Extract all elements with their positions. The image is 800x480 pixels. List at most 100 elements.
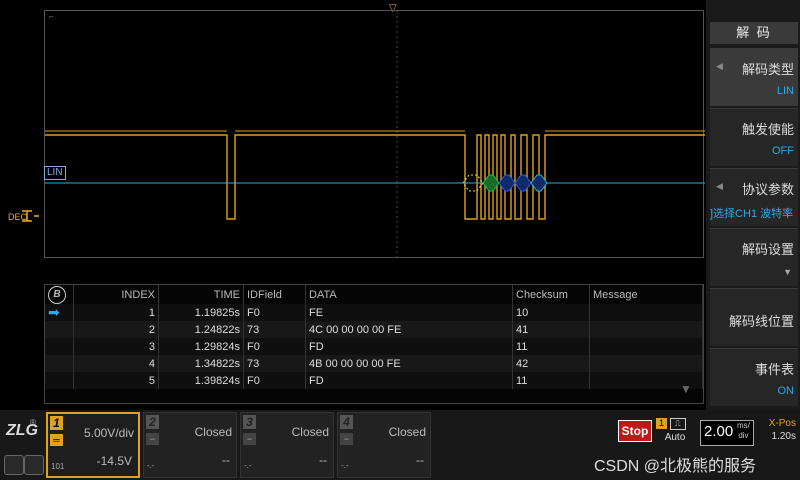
ch1-trace — [45, 134, 705, 220]
cell-data: 4B 00 00 00 00 FE — [305, 355, 513, 372]
menu-item-decode-line-position[interactable]: 解码线位置 — [710, 288, 798, 346]
decode-channel-icon[interactable] — [20, 209, 40, 223]
trigger-edge-icon: ⎍ — [669, 418, 686, 430]
cell-id: F0 — [243, 304, 306, 321]
column-header-time: TIME — [158, 285, 244, 304]
corner-mark-icon: ⌐ — [49, 12, 54, 21]
table-row[interactable]: 5 1.39824s F0 FD 11 — [45, 372, 703, 389]
menu-title: 解 码 — [710, 22, 798, 44]
cell-id: F0 — [243, 338, 306, 355]
menu-left-arrow-icon: ◀ — [716, 181, 723, 191]
cell-index: 3 — [73, 338, 159, 355]
timebase-value: 2.00 — [704, 423, 734, 440]
bus-b-icon[interactable]: B — [48, 285, 66, 304]
cell-id: F0 — [243, 372, 306, 389]
menu-item-decode-settings[interactable]: 解码设置 ▼ — [710, 228, 798, 286]
column-header-checksum: Checksum — [512, 285, 590, 304]
table-scroll-down-icon[interactable]: ▼ — [680, 382, 702, 402]
menu-item-label: 解码设置 — [741, 242, 794, 257]
xpos-value: 1.20s — [771, 431, 796, 442]
lin-label: LIN — [44, 166, 66, 180]
cell-id: 73 — [243, 321, 306, 338]
menu-item-trigger-enable[interactable]: 触发使能 OFF — [710, 108, 798, 166]
cell-checksum: 11 — [512, 372, 590, 389]
menu-item-protocol-params[interactable]: ◀ 协议参数 ]选择CH1 波特率 — [710, 168, 798, 226]
channel-offset: -- — [416, 453, 424, 467]
waveform-grid: ⌐ — [44, 10, 705, 259]
cell-time: 1.29824s — [158, 338, 244, 355]
channel-number: 3 — [243, 415, 256, 429]
channel-2-panel[interactable]: 2 − Closed -- -.- — [143, 412, 237, 478]
menu-item-decode-type[interactable]: ◀ 解码类型 LIN — [710, 48, 798, 106]
menu-item-label: 协议参数 — [741, 182, 794, 197]
channel-scale: 5.00V/div — [83, 426, 134, 440]
menu-left-arrow-icon: ◀ — [716, 61, 723, 71]
cell-data: 4C 00 00 00 00 FE — [305, 321, 513, 338]
cell-data: FE — [305, 304, 513, 321]
table-row[interactable]: 3 1.29824s F0 FD 11 — [45, 338, 703, 355]
cell-message — [589, 304, 703, 321]
decode-data-field — [514, 174, 532, 192]
column-header-message: Message — [589, 285, 703, 304]
channel-tag: 101 — [51, 462, 65, 471]
run-stop-button[interactable]: Stop — [618, 420, 652, 442]
channel-tag: -.- — [341, 461, 349, 470]
menu-item-value: OFF — [772, 145, 794, 157]
channel-offset: -14.5V — [96, 454, 132, 468]
cell-index: 2 — [73, 321, 159, 338]
menu-item-label: 解码线位置 — [728, 314, 794, 329]
cell-data: FD — [305, 372, 513, 389]
table-row[interactable]: 4 1.34822s 73 4B 00 00 00 00 FE 42 — [45, 355, 703, 372]
registered-icon: ® — [30, 418, 36, 427]
cell-checksum: 42 — [512, 355, 590, 372]
current-row-arrow-icon: ➡ — [48, 304, 60, 320]
cell-checksum: 10 — [512, 304, 590, 321]
channel-3-panel[interactable]: 3 − Closed -- -.- — [240, 412, 334, 478]
trigger-status[interactable]: 1 ⎍ Auto — [656, 418, 694, 448]
channel-offset: -- — [222, 453, 230, 467]
timebase-unit: ms/div — [737, 421, 750, 440]
trigger-mode: Auto — [664, 432, 686, 443]
column-header-idfield: IDField — [243, 285, 306, 304]
menu-item-value: ]选择CH1 波特率 — [710, 208, 794, 220]
channel-tag: -.- — [244, 461, 252, 470]
magnifier-button[interactable] — [4, 455, 24, 475]
menu-item-value: LIN — [776, 85, 794, 97]
coupling-icon: − — [340, 433, 353, 445]
menu-item-event-table[interactable]: 事件表 ON — [710, 348, 798, 406]
channel-number: 1 — [50, 416, 63, 430]
menu-item-value: ON — [777, 385, 795, 397]
table-row[interactable]: ➡ 1 1.19825s F0 FE 10 — [45, 304, 703, 321]
cell-time: 1.19825s — [158, 304, 244, 321]
channel-offset: -- — [319, 453, 327, 467]
cell-data: FD — [305, 338, 513, 355]
channel-4-panel[interactable]: 4 − Closed -- -.- — [337, 412, 431, 478]
waveform-display: ▽ ⌐ LIN DEC B INDEX TIME IDField DATA Ch… — [0, 0, 706, 410]
menu-item-label: 事件表 — [754, 362, 794, 377]
waveform-svg: ⌐ — [45, 11, 705, 259]
cell-time: 1.39824s — [158, 372, 244, 389]
channel-1-panel[interactable]: 1 ═ 5.00V/div -14.5V 101 — [46, 412, 140, 478]
column-header-data: DATA — [305, 285, 513, 304]
menu-down-arrow-icon: ▼ — [783, 267, 792, 277]
timebase-control[interactable]: 2.00 ms/div — [700, 420, 754, 446]
zoom-button[interactable] — [24, 455, 44, 475]
coupling-icon: − — [243, 433, 256, 445]
table-header-row: B INDEX TIME IDField DATA Checksum Messa… — [45, 285, 703, 304]
channel-tag: -.- — [147, 461, 155, 470]
trigger-source: 1 — [656, 418, 667, 429]
coupling-icon: ═ — [50, 434, 63, 446]
menu-item-label: 解码类型 — [741, 62, 794, 77]
coupling-icon: − — [146, 433, 159, 445]
cell-message — [589, 355, 703, 372]
cell-checksum: 41 — [512, 321, 590, 338]
cell-id: 73 — [243, 355, 306, 372]
cell-checksum: 11 — [512, 338, 590, 355]
cell-time: 1.34822s — [158, 355, 244, 372]
xpos-label: X-Pos — [768, 418, 796, 429]
channel-scale: Closed — [388, 425, 426, 439]
decode-event-table: B INDEX TIME IDField DATA Checksum Messa… — [44, 284, 704, 404]
table-row[interactable]: 2 1.24822s 73 4C 00 00 00 00 FE 41 — [45, 321, 703, 338]
cell-index: 4 — [73, 355, 159, 372]
channel-scale: Closed — [194, 425, 232, 439]
